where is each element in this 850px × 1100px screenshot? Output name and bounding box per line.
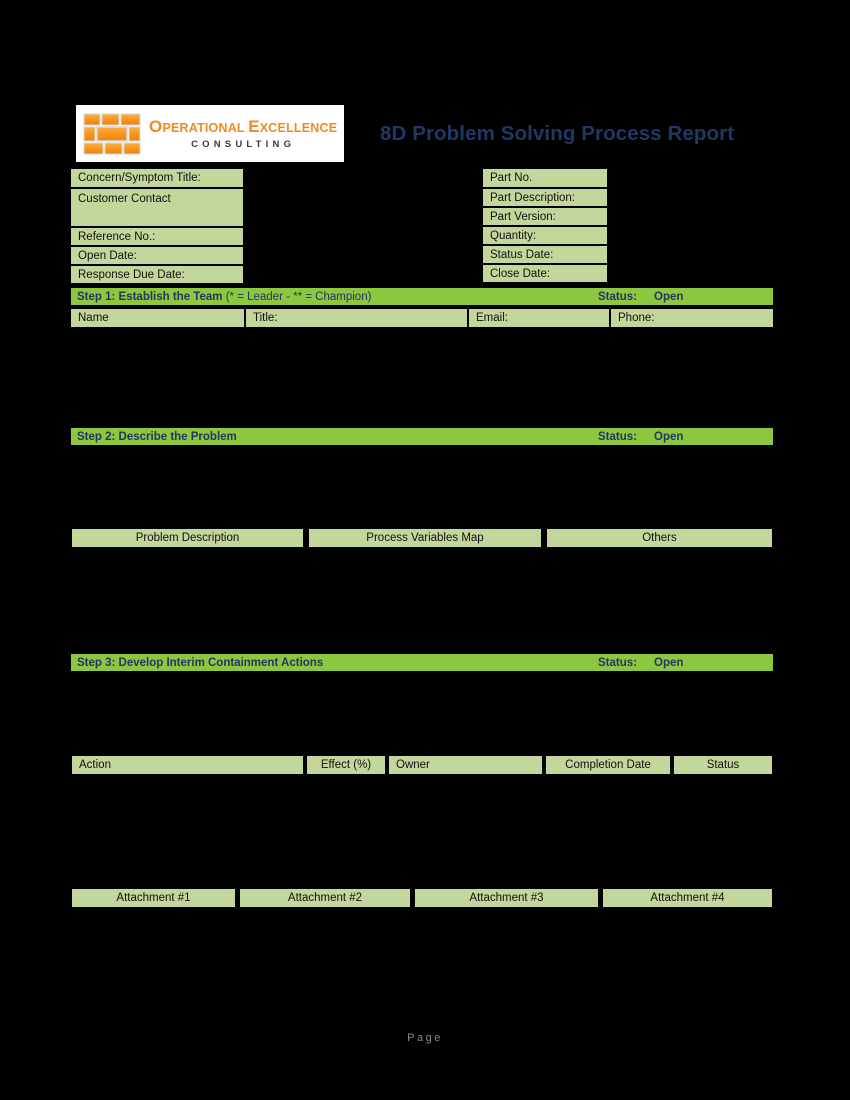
page-title: 8D Problem Solving Process Report xyxy=(380,122,735,145)
step3-title-text: Step 3: Develop Interim Containment Acti… xyxy=(77,656,324,669)
field-part-version[interactable]: Part Version: xyxy=(482,207,608,226)
step3-col-completion-date: Completion Date xyxy=(544,754,672,776)
logo-wordmark: OPERATIONAL EXCELLENCE CONSULTING xyxy=(149,118,337,150)
step3-title: Step 3: Develop Interim Containment Acti… xyxy=(71,657,323,669)
logo-grid-icon xyxy=(83,113,141,155)
page-footer: Page xyxy=(407,1032,443,1044)
attachment-3-button[interactable]: Attachment #3 xyxy=(413,887,600,909)
step1-header: Step 1: Establish the Team (* = Leader -… xyxy=(70,287,774,306)
step3-header: Step 3: Develop Interim Containment Acti… xyxy=(70,653,774,672)
step3-status-value[interactable]: Open xyxy=(654,657,683,669)
field-part-no[interactable]: Part No. xyxy=(482,168,608,188)
step2-status-value[interactable]: Open xyxy=(654,431,683,443)
step1-note: (* = Leader - ** = Champion) xyxy=(225,290,372,303)
field-open-date[interactable]: Open Date: xyxy=(70,246,244,265)
step1-col-email: Email: xyxy=(468,308,610,328)
step1-status-label: Status: xyxy=(598,290,637,303)
tab-problem-description[interactable]: Problem Description xyxy=(70,527,305,549)
step2-header: Step 2: Describe the Problem Status: Ope… xyxy=(70,427,774,446)
step1-title-text: Step 1: Establish the Team xyxy=(77,290,226,303)
step1-col-title: Title: xyxy=(245,308,468,328)
logo-cap-o: O xyxy=(149,116,163,136)
field-customer-contact[interactable]: Customer Contact xyxy=(70,188,244,227)
field-status-date[interactable]: Status Date: xyxy=(482,245,608,264)
step1-col-phone: Phone: xyxy=(610,308,774,328)
field-reference-no[interactable]: Reference No.: xyxy=(70,227,244,246)
logo-company-name: OPERATIONAL EXCELLENCE xyxy=(149,118,337,135)
field-close-date[interactable]: Close Date: xyxy=(482,264,608,283)
step3-status-label: Status: xyxy=(598,656,637,669)
tab-others[interactable]: Others xyxy=(545,527,774,549)
step1-title: Step 1: Establish the Team (* = Leader -… xyxy=(71,291,371,303)
field-quantity[interactable]: Quantity: xyxy=(482,226,608,245)
step3-col-owner: Owner xyxy=(387,754,544,776)
step3-col-effect: Effect (%) xyxy=(305,754,387,776)
logo-subtitle: CONSULTING xyxy=(191,138,296,150)
attachment-4-button[interactable]: Attachment #4 xyxy=(601,887,774,909)
step2-title: Step 2: Describe the Problem xyxy=(71,431,237,443)
step2-status-label: Status: xyxy=(598,430,637,443)
logo-word-operational: PERATIONAL xyxy=(162,120,249,135)
step1-col-name: Name xyxy=(70,308,245,328)
step3-col-status: Status xyxy=(672,754,774,776)
field-concern-symptom-title[interactable]: Concern/Symptom Title: xyxy=(70,168,244,188)
step1-status-value[interactable]: Open xyxy=(654,291,683,303)
logo-word-excellence: XCELLENCE xyxy=(259,120,338,135)
tab-process-variables-map[interactable]: Process Variables Map xyxy=(307,527,543,549)
company-logo: OPERATIONAL EXCELLENCE CONSULTING xyxy=(76,105,344,162)
logo-cap-e: E xyxy=(248,116,260,136)
step3-col-action: Action xyxy=(70,754,305,776)
field-part-description[interactable]: Part Description: xyxy=(482,188,608,207)
document-page: OPERATIONAL EXCELLENCE CONSULTING 8D Pro… xyxy=(0,0,850,1100)
attachment-2-button[interactable]: Attachment #2 xyxy=(238,887,412,909)
attachment-1-button[interactable]: Attachment #1 xyxy=(70,887,237,909)
step2-title-text: Step 2: Describe the Problem xyxy=(77,430,237,443)
field-response-due-date[interactable]: Response Due Date: xyxy=(70,265,244,284)
